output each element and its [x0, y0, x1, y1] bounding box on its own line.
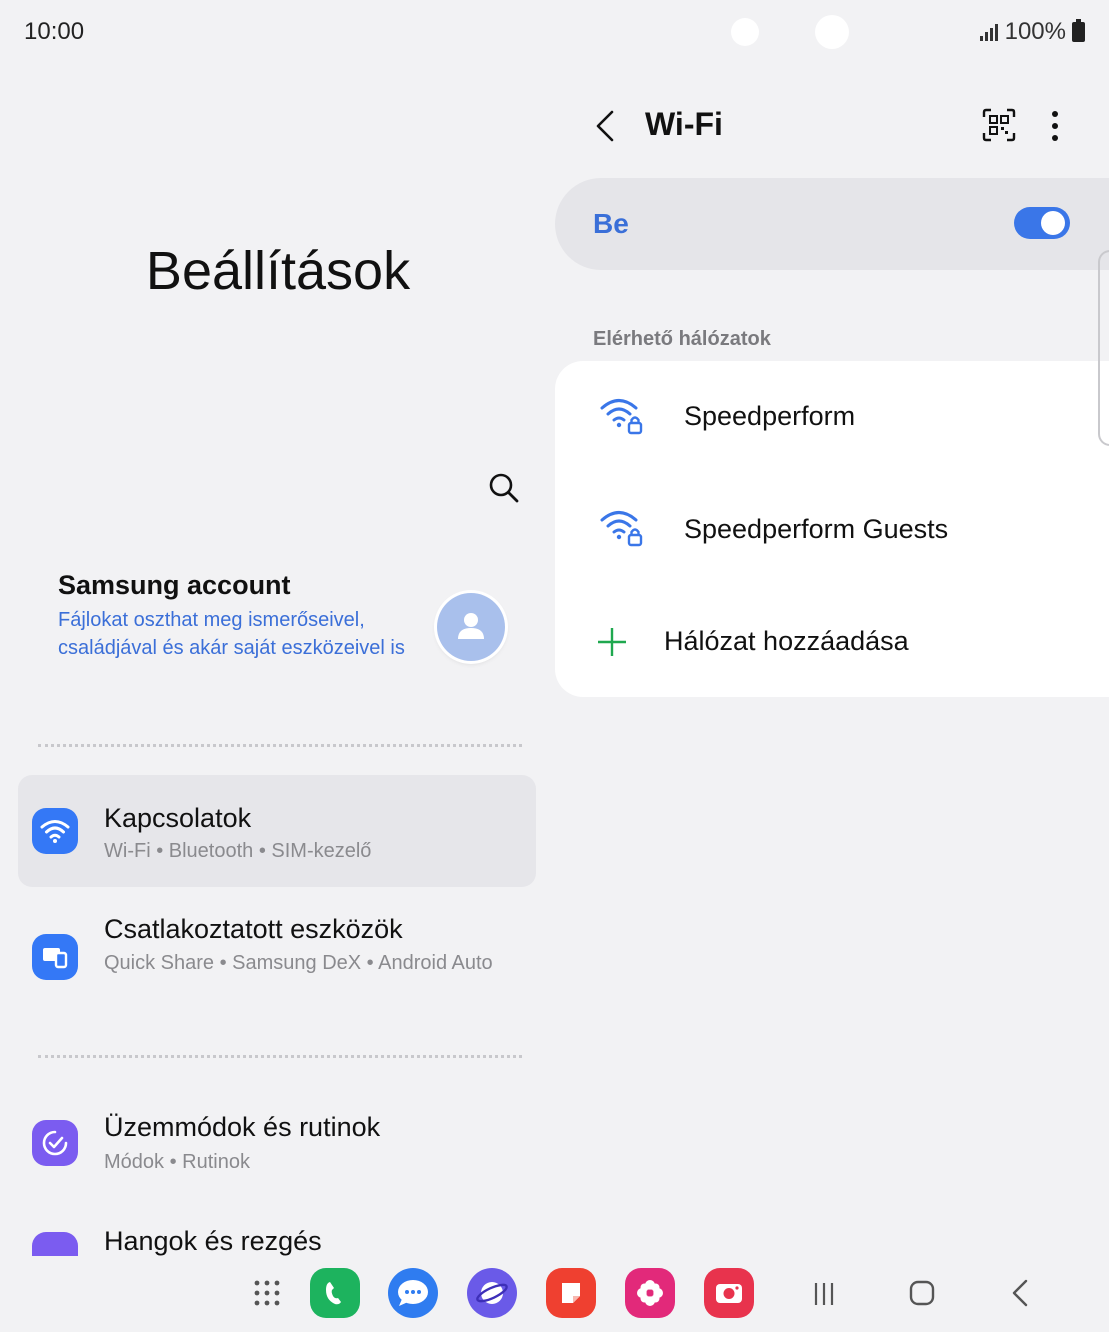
more-vertical-icon: [1052, 111, 1058, 141]
notes-app[interactable]: [546, 1268, 596, 1318]
qr-code-icon: [982, 108, 1016, 142]
settings-item-modes-routines[interactable]: Üzemmódok és rutinok Módok • Rutinok: [18, 1098, 536, 1198]
sound-icon: [32, 1232, 78, 1256]
settings-item-subtitle: Quick Share • Samsung DeX • Android Auto: [104, 952, 493, 974]
settings-item-subtitle: Wi-Fi • Bluetooth • SIM-kezelő: [104, 840, 372, 862]
battery-level: 100%: [1004, 18, 1066, 45]
camera-cutout: [815, 15, 849, 49]
back-button[interactable]: [588, 106, 622, 146]
account-description[interactable]: Fájlokat oszthat meg ismerőseivel, csalá…: [58, 606, 408, 662]
back-arrow-icon: [1012, 1279, 1028, 1307]
network-name[interactable]: Speedperform Guests: [684, 514, 948, 545]
recents-icon: [814, 1283, 834, 1305]
apps-grid-button[interactable]: [242, 1268, 292, 1318]
settings-item-subtitle: Módok • Rutinok: [104, 1151, 250, 1173]
chevron-left-icon: [596, 110, 614, 142]
settings-item-connections[interactable]: Kapcsolatok Wi-Fi • Bluetooth • SIM-keze…: [18, 775, 536, 887]
modes-icon: [32, 1120, 78, 1166]
home-icon: [909, 1280, 935, 1306]
signal-icon: [979, 24, 998, 41]
wifi-locked-icon: [600, 399, 643, 435]
page-title: Wi-Fi: [645, 106, 723, 142]
network-name[interactable]: Speedperform: [684, 401, 855, 432]
settings-item-title: Hangok és rezgés: [104, 1226, 322, 1256]
wifi-toggle-label: Be: [593, 208, 629, 239]
account-title[interactable]: Samsung account: [58, 570, 291, 601]
status-indicators: 100%: [979, 18, 1085, 46]
settings-item-title: Csatlakoztatott eszközök: [104, 914, 403, 944]
messages-icon: [398, 1280, 428, 1306]
nav-back-button[interactable]: [1006, 1278, 1036, 1308]
gallery-app[interactable]: [625, 1268, 675, 1318]
home-button[interactable]: [907, 1278, 937, 1308]
settings-item-connected-devices[interactable]: Csatlakoztatott eszközök Quick Share • S…: [18, 900, 536, 1020]
camera-app[interactable]: [704, 1268, 754, 1318]
toggle-knob: [1041, 211, 1065, 235]
wifi-locked-icon: [600, 511, 643, 547]
notes-icon: [562, 1283, 580, 1303]
section-label: Elérhető hálózatok: [593, 328, 771, 350]
avatar[interactable]: [437, 593, 505, 661]
settings-item-title: Üzemmódok és rutinok: [104, 1112, 381, 1142]
search-button[interactable]: [484, 468, 524, 508]
phone-app[interactable]: [310, 1268, 360, 1318]
wifi-icon: [32, 808, 78, 854]
phone-icon: [326, 1282, 341, 1305]
camera-cutout: [731, 18, 759, 46]
messages-app[interactable]: [388, 1268, 438, 1318]
battery-icon: [1072, 19, 1085, 42]
settings-item-title: Kapcsolatok: [104, 803, 252, 833]
divider: [38, 744, 522, 747]
apps-grid-icon: [254, 1280, 280, 1306]
more-options-button[interactable]: [1040, 106, 1070, 146]
person-icon: [458, 613, 484, 639]
internet-icon: [476, 1282, 508, 1304]
qr-scan-button[interactable]: [980, 106, 1018, 144]
camera-icon: [716, 1284, 742, 1303]
divider: [38, 1055, 522, 1058]
recents-button[interactable]: [810, 1278, 840, 1308]
devices-icon: [32, 934, 78, 980]
add-icon[interactable]: [596, 626, 628, 658]
add-network-button[interactable]: Hálózat hozzáadása: [664, 626, 909, 657]
status-time: 10:00: [24, 18, 85, 45]
settings-item-sounds[interactable]: Hangok és rezgés: [18, 1216, 536, 1256]
page-title: Beállítások: [145, 241, 411, 301]
gallery-icon: [637, 1280, 663, 1306]
search-icon: [489, 473, 519, 503]
internet-app[interactable]: [467, 1268, 517, 1318]
